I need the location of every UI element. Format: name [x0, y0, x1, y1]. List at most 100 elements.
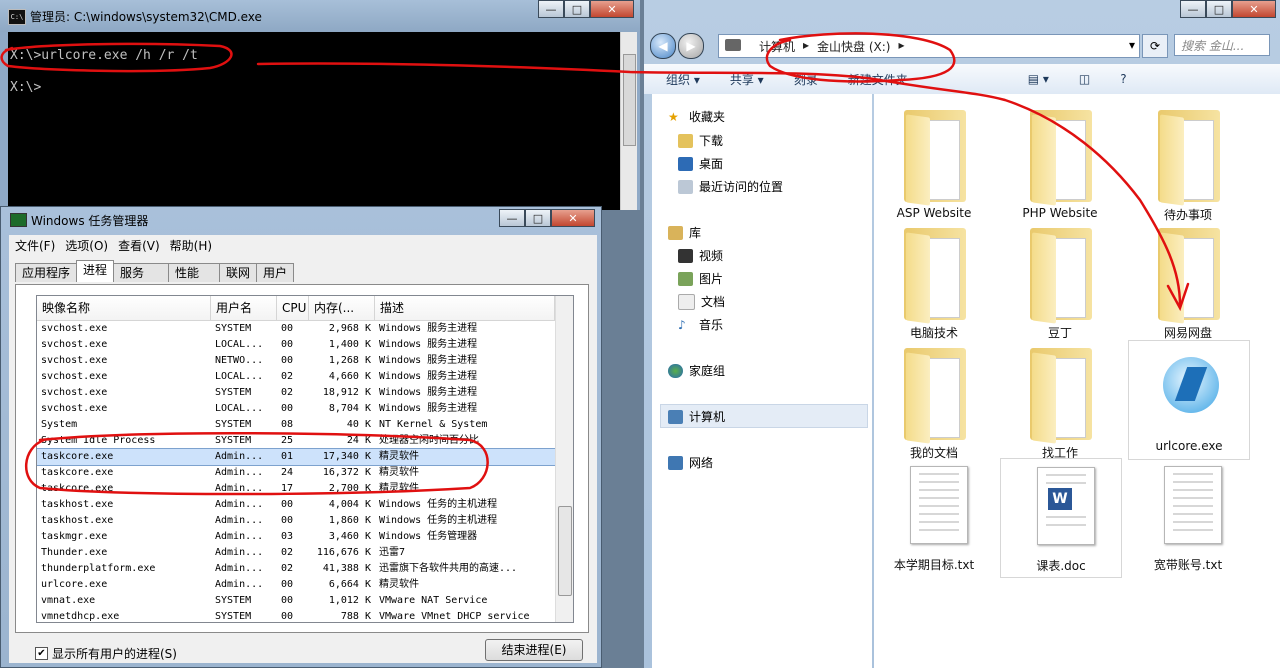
file-item[interactable]: 找工作: [1000, 340, 1120, 460]
breadcrumb-computer[interactable]: 计算机: [759, 38, 795, 55]
tab-performance[interactable]: 性能: [168, 263, 221, 282]
tab-networking[interactable]: 联网: [219, 263, 258, 282]
col-image-name[interactable]: 映像名称: [37, 296, 211, 320]
table-row[interactable]: taskcore.exe Admin... 17 2,700 K 精灵软件: [37, 481, 573, 497]
file-item[interactable]: 网易网盘: [1128, 220, 1248, 340]
music-note-icon: ♪: [678, 317, 686, 332]
menu-file[interactable]: 文件(F): [15, 237, 55, 254]
minimize-button[interactable]: —: [499, 209, 525, 227]
nav-computer[interactable]: 计算机: [668, 408, 725, 425]
close-button[interactable]: ✕: [551, 209, 595, 227]
refresh-icon[interactable]: ⟳: [1142, 34, 1168, 58]
cell-memory: 3,460 K: [328, 531, 371, 542]
menu-help[interactable]: 帮助(H): [170, 237, 212, 254]
process-list: 映像名称 用户名 CPU 内存(... 描述 svchost.exe SYSTEM…: [36, 295, 574, 623]
cmd-titlebar[interactable]: C:\ 管理员: C:\windows\system32\CMD.exe — □…: [0, 0, 640, 32]
maximize-button[interactable]: □: [525, 209, 551, 227]
show-all-users-checkbox[interactable]: ✔ 显示所有用户的进程(S): [35, 645, 177, 662]
nav-libraries[interactable]: 库: [668, 224, 701, 241]
address-bar[interactable]: 计算机 ▸ 金山快盘 (X:) ▸ ▾: [718, 34, 1140, 58]
table-row[interactable]: taskcore.exe Admin... 01 17,340 K 精灵软件: [37, 448, 573, 466]
file-item[interactable]: 电脑技术: [874, 220, 994, 340]
maximize-button[interactable]: □: [564, 0, 590, 18]
col-user[interactable]: 用户名: [211, 296, 277, 320]
file-item[interactable]: 待办事项: [1128, 102, 1248, 222]
maximize-button[interactable]: □: [1206, 0, 1232, 18]
end-process-button[interactable]: 结束进程(E): [485, 639, 583, 661]
taskmgr-icon: [10, 213, 27, 227]
menu-view[interactable]: 查看(V): [118, 237, 160, 254]
process-scrollbar[interactable]: [555, 296, 573, 622]
cell-image-name: taskcore.exe: [41, 451, 114, 462]
cell-description: Windows 服务主进程: [379, 371, 478, 382]
nav-network[interactable]: 网络: [668, 454, 713, 471]
forward-arrow-icon[interactable]: ▶: [678, 33, 704, 59]
nav-downloads[interactable]: 下载: [678, 132, 723, 149]
table-row[interactable]: taskhost.exe Admin... 00 1,860 K Windows 任务的…: [37, 513, 573, 529]
tab-processes[interactable]: 进程: [76, 260, 115, 282]
nav-videos[interactable]: 视频: [678, 247, 723, 264]
console-output[interactable]: X:\>urlcore.exe /h /r /t X:\>: [8, 32, 620, 210]
table-row[interactable]: svchost.exe SYSTEM 02 18,912 K Windows 服务主进程: [37, 385, 573, 401]
file-item[interactable]: PHP Website: [1000, 102, 1120, 220]
tab-applications[interactable]: 应用程序: [15, 263, 78, 282]
share-button[interactable]: 共享 ▾: [730, 71, 764, 88]
table-row[interactable]: vmnetdhcp.exe SYSTEM 00 788 K VMware VMnet D…: [37, 609, 573, 622]
tab-users[interactable]: 用户: [256, 263, 295, 282]
file-item[interactable]: 本学期目标.txt: [874, 458, 994, 576]
nav-favorites[interactable]: ★ 收藏夹: [668, 108, 725, 125]
view-options-icon[interactable]: ▤ ▾: [1028, 72, 1049, 86]
table-row[interactable]: svchost.exe LOCAL... 00 8,704 K Windows 服务主进…: [37, 401, 573, 417]
search-input[interactable]: 搜索 金山...: [1174, 34, 1270, 56]
table-row[interactable]: Thunder.exe Admin... 02 116,676 K 迅雷7: [37, 545, 573, 561]
table-row[interactable]: svchost.exe SYSTEM 00 2,968 K Windows 服务主进程: [37, 321, 573, 337]
table-row[interactable]: taskcore.exe Admin... 24 16,372 K 精灵软件: [37, 465, 573, 481]
file-item[interactable]: 宽带账号.txt: [1128, 458, 1248, 576]
nav-recent[interactable]: 最近访问的位置: [678, 178, 783, 195]
table-row[interactable]: svchost.exe LOCAL... 00 1,400 K Windows 服务主进…: [37, 337, 573, 353]
organize-button[interactable]: 组织 ▾: [666, 71, 700, 88]
nav-documents[interactable]: 文档: [678, 293, 725, 310]
col-description[interactable]: 描述: [375, 296, 555, 320]
chevron-down-icon[interactable]: ▾: [1129, 38, 1135, 52]
cell-user: Admin...: [215, 451, 264, 462]
homegroup-icon: [668, 363, 683, 378]
minimize-button[interactable]: —: [538, 0, 564, 18]
col-cpu[interactable]: CPU: [277, 296, 309, 320]
file-item[interactable]: W 课表.doc: [1000, 458, 1122, 578]
close-button[interactable]: ✕: [590, 0, 634, 18]
file-item[interactable]: urlcore.exe: [1128, 340, 1250, 460]
breadcrumb-drive[interactable]: 金山快盘 (X:): [817, 38, 890, 55]
table-row[interactable]: System SYSTEM 08 40 K NT Kernel & System: [37, 417, 573, 433]
table-row[interactable]: vmnat.exe SYSTEM 00 1,012 K VMware NAT Servi…: [37, 593, 573, 609]
nav-music[interactable]: ♪ 音乐: [678, 316, 723, 333]
table-row[interactable]: taskhost.exe Admin... 00 4,004 K Windows 任务的…: [37, 497, 573, 513]
folder-icon: [1158, 228, 1220, 324]
file-item[interactable]: 我的文档: [874, 340, 994, 460]
col-memory[interactable]: 内存(...: [309, 296, 375, 320]
cell-user: Admin...: [215, 579, 264, 590]
scroll-thumb[interactable]: [558, 506, 572, 596]
minimize-button[interactable]: —: [1180, 0, 1206, 18]
scroll-thumb[interactable]: [623, 54, 636, 146]
table-row[interactable]: urlcore.exe Admin... 00 6,664 K 精灵软件: [37, 577, 573, 593]
burn-button[interactable]: 刻录: [794, 71, 818, 88]
table-row[interactable]: svchost.exe LOCAL... 02 4,660 K Windows 服务主进…: [37, 369, 573, 385]
table-row[interactable]: taskmgr.exe Admin... 03 3,460 K Windows 任务管理…: [37, 529, 573, 545]
back-arrow-icon[interactable]: ◀: [650, 33, 676, 59]
file-item[interactable]: 豆丁: [1000, 220, 1120, 340]
file-item[interactable]: ASP Website: [874, 102, 994, 220]
help-icon[interactable]: ?: [1120, 72, 1126, 86]
table-row[interactable]: svchost.exe NETWO... 00 1,268 K Windows 服务主进…: [37, 353, 573, 369]
nav-pictures[interactable]: 图片: [678, 270, 723, 287]
cmd-scrollbar[interactable]: [620, 32, 637, 210]
nav-desktop[interactable]: 桌面: [678, 155, 723, 172]
new-folder-button[interactable]: 新建文件夹: [848, 71, 908, 88]
tab-services[interactable]: 服务: [113, 263, 170, 282]
table-row[interactable]: System Idle Process SYSTEM 25 24 K 处理器空闲时间百分…: [37, 433, 573, 449]
menu-options[interactable]: 选项(O): [65, 237, 108, 254]
preview-pane-icon[interactable]: ◫: [1079, 72, 1090, 86]
table-row[interactable]: thunderplatform.exe Admin... 02 41,388 K 迅雷旗…: [37, 561, 573, 577]
nav-homegroup[interactable]: 家庭组: [668, 362, 725, 379]
close-button[interactable]: ✕: [1232, 0, 1276, 18]
